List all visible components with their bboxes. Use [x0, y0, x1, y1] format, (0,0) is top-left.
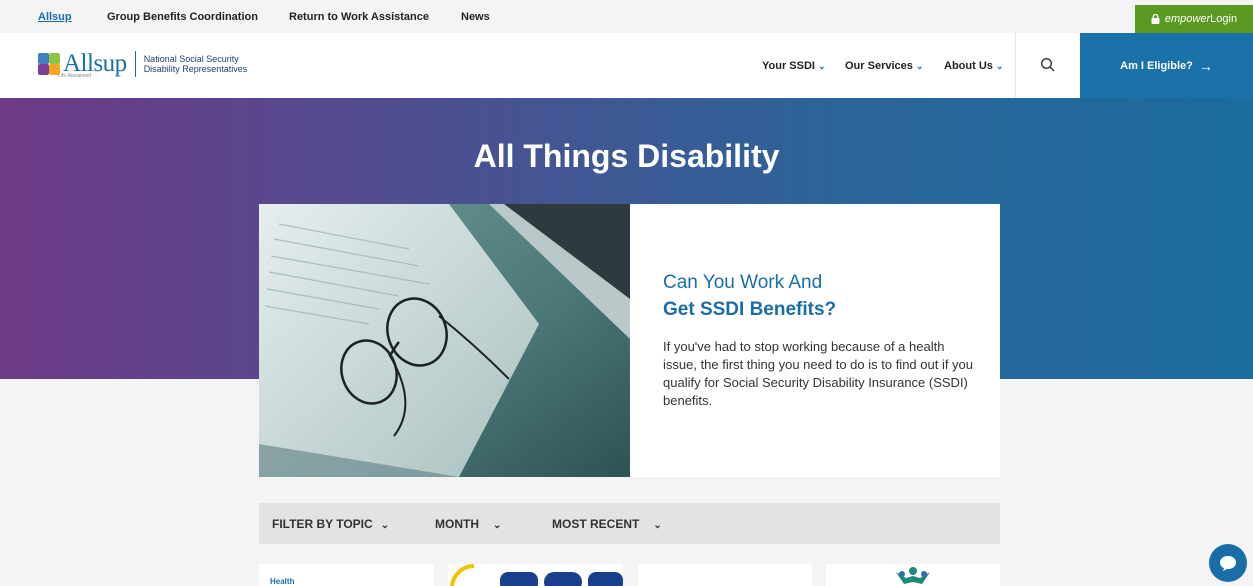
logo-wordmark: Allsup: [63, 50, 127, 77]
filter-sort-label: MOST RECENT: [552, 517, 640, 531]
chevron-down-icon: ⌄: [493, 520, 502, 531]
article-card-topic: Health: [270, 577, 295, 586]
arrow-right-icon: →: [1198, 57, 1213, 74]
page-title: All Things Disability: [473, 138, 780, 174]
feature-description: If you've had to stop working because of…: [663, 339, 974, 408]
article-card[interactable]: Health: [259, 564, 434, 586]
filter-bar: FILTER BY TOPIC ⌄ MONTH ⌄ MOST RECENT ⌄: [259, 503, 1000, 544]
article-card[interactable]: [826, 564, 1000, 586]
nav-our-services[interactable]: Our Services ⌄: [845, 60, 923, 72]
site-header: Allsup National Social Security Disabili…: [0, 33, 1253, 98]
chevron-down-icon: ⌄: [817, 61, 826, 71]
filter-sort-dropdown[interactable]: MOST RECENT ⌄: [552, 517, 662, 531]
am-i-eligible-button[interactable]: Am I Eligible? →: [1080, 33, 1253, 98]
nav-your-ssdi[interactable]: Your SSDI ⌄: [762, 60, 826, 72]
article-card-logo-image: [450, 564, 623, 586]
chat-bubble-icon: [1220, 556, 1236, 571]
article-card-logo-image: [896, 567, 930, 584]
nav-our-services-label: Our Services: [845, 60, 913, 72]
feature-image-glasses-on-papers[interactable]: [259, 204, 630, 477]
logo-subtitle-line2: Disability Representatives: [143, 64, 248, 74]
feature-article-card[interactable]: Can You Work And Get SSDI Benefits? If y…: [630, 204, 1000, 477]
logo-divider: [134, 51, 136, 77]
article-card[interactable]: [448, 564, 623, 586]
filter-topic-label: FILTER BY TOPIC: [272, 517, 373, 531]
logo-tagline: Life Reclaimed: [58, 73, 92, 79]
filter-month-dropdown[interactable]: MONTH ⌄: [435, 517, 501, 531]
lock-icon: [1151, 14, 1160, 24]
utility-bar: Allsup Group Benefits Coordination Retur…: [0, 0, 1253, 33]
chevron-down-icon: ⌄: [653, 520, 662, 531]
empower-login-button[interactable]: empowerLogin: [1135, 5, 1253, 33]
utility-link-group-benefits[interactable]: Group Benefits Coordination: [107, 11, 258, 23]
chevron-down-icon: ⌄: [995, 61, 1004, 71]
filter-month-label: MONTH: [435, 517, 479, 531]
nav-about-us-label: About Us: [944, 60, 993, 72]
nav-divider: [1015, 33, 1016, 98]
nav-about-us[interactable]: About Us ⌄: [944, 60, 1003, 72]
logo-subtitle: National Social Security Disability Repr…: [144, 54, 248, 74]
filter-topic-dropdown[interactable]: FILTER BY TOPIC ⌄: [272, 517, 389, 531]
login-label: Login: [1210, 13, 1238, 25]
chevron-down-icon: ⌄: [380, 520, 390, 531]
logo-subtitle-line1: National Social Security: [143, 54, 239, 64]
butterfly-logo-icon: [38, 53, 60, 75]
search-icon[interactable]: [1040, 57, 1056, 73]
utility-link-allsup[interactable]: Allsup: [38, 11, 72, 23]
feature-title-line2: Get SSDI Benefits?: [663, 299, 837, 320]
empower-brand-label: empower: [1164, 13, 1211, 25]
cta-label: Am I Eligible?: [1120, 59, 1193, 72]
chevron-down-icon: ⌄: [915, 61, 924, 71]
article-card[interactable]: [638, 564, 812, 586]
chat-button[interactable]: [1209, 544, 1247, 582]
feature-title-line1: Can You Work And: [663, 272, 823, 293]
nav-your-ssdi-label: Your SSDI: [762, 60, 815, 72]
utility-link-news[interactable]: News: [461, 11, 490, 23]
utility-link-return-to-work[interactable]: Return to Work Assistance: [289, 11, 429, 23]
